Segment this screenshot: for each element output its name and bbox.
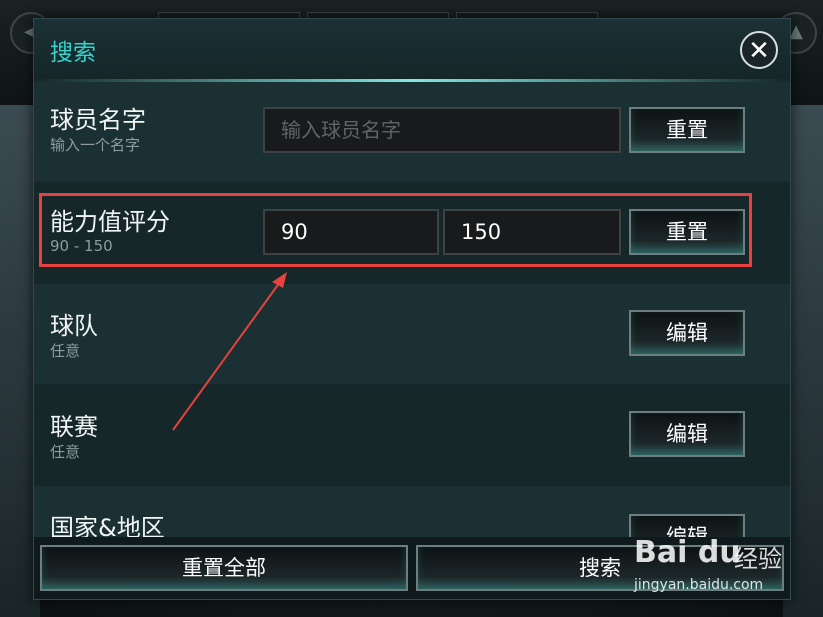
baidu-logo: Bai du — [634, 535, 741, 570]
annotation-arrow — [172, 272, 287, 431]
baidu-jingyan-watermark: Bai du 经验 jingyan.baidu.com — [634, 535, 814, 603]
watermark-product: 经验 — [734, 545, 782, 573]
watermark-url: jingyan.baidu.com — [634, 577, 764, 593]
